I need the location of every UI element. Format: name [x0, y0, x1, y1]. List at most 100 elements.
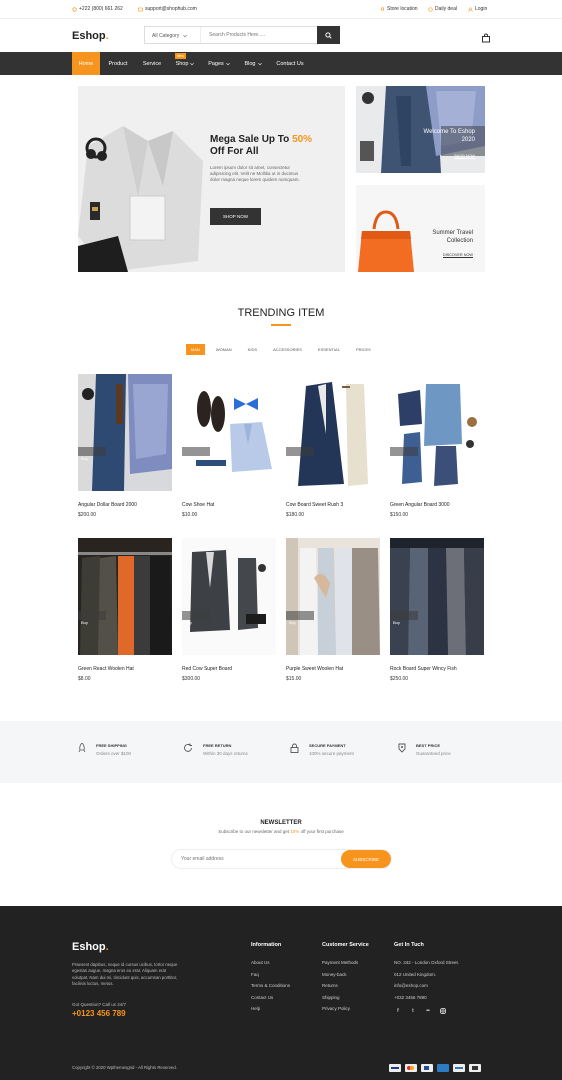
- product-name[interactable]: Cow Board Sweet Rush 3: [286, 502, 380, 508]
- quick-buy-button[interactable]: Buy: [182, 447, 210, 461]
- filter-prices[interactable]: Prices: [351, 344, 376, 355]
- product-name[interactable]: Green React Woolen Hat: [78, 666, 172, 672]
- product-name[interactable]: Green Angular Board 3000: [390, 502, 484, 508]
- quick-buy-button[interactable]: Buy: [390, 447, 418, 461]
- login-text: Login: [475, 6, 488, 12]
- footer-link-money-back[interactable]: Money-back: [322, 972, 369, 984]
- nav-home[interactable]: Home: [72, 52, 100, 75]
- product-image[interactable]: Buy: [390, 374, 484, 491]
- product-image[interactable]: Buy: [390, 538, 484, 655]
- footer-link-shipping[interactable]: Shipping: [322, 995, 369, 1007]
- topbar-daily-deal[interactable]: Daily deal: [428, 6, 457, 12]
- footer-link-about[interactable]: About Us: [251, 960, 290, 972]
- quick-buy-button[interactable]: Buy: [78, 447, 106, 461]
- product-card[interactable]: Buy Rock Board Super Wincy Fish $250.00: [390, 538, 484, 682]
- nav-product[interactable]: Product: [102, 52, 134, 75]
- quick-view-area: [314, 611, 380, 620]
- footer-link-contact[interactable]: Contact Us: [251, 995, 290, 1007]
- nav-contact[interactable]: Contact Us: [270, 52, 310, 75]
- product-name[interactable]: Cow Shoe Hat: [182, 502, 276, 508]
- topbar-phone[interactable]: +222 (800) 661 262: [72, 6, 123, 12]
- product-photo: [182, 374, 276, 491]
- footer-email[interactable]: info@eshop.com: [394, 983, 459, 995]
- hero-shop-now-button[interactable]: SHOP NOW: [210, 208, 261, 225]
- phone-icon: [72, 6, 77, 12]
- footer-phone[interactable]: +0123 456 789: [72, 1009, 126, 1018]
- promo1-title: Welcome To Eshop 2020: [424, 128, 475, 144]
- product-card[interactable]: Buy Green Angular Board 3000 $150.00: [390, 374, 484, 518]
- product-name[interactable]: Rock Board Super Wincy Fish: [390, 666, 484, 672]
- newsletter-form: SUBSCRIBE: [171, 849, 392, 869]
- product-image[interactable]: Buy: [182, 374, 276, 491]
- product-name[interactable]: Red Cow Super Board: [182, 666, 276, 672]
- filter-accessories[interactable]: Accessories: [268, 344, 307, 355]
- product-photo: [182, 538, 276, 655]
- flickr-icon[interactable]: ••: [424, 1007, 432, 1015]
- newsletter-email-input[interactable]: [172, 850, 341, 868]
- footer-link-faq[interactable]: Faq: [251, 972, 290, 984]
- chevron-down-icon: [190, 62, 195, 65]
- subscribe-button[interactable]: SUBSCRIBE: [341, 850, 391, 868]
- search-button[interactable]: [317, 26, 340, 44]
- promo2-discover-now-link[interactable]: DISCOVER NOW: [442, 253, 473, 258]
- quick-shop-bar: Buy: [390, 611, 484, 625]
- instagram-icon[interactable]: [439, 1007, 447, 1015]
- nav-pages[interactable]: Pages: [202, 52, 236, 75]
- twitter-icon[interactable]: t: [409, 1007, 417, 1015]
- product-card[interactable]: Buy Angular Dollar Board 2000 $200.00: [78, 374, 172, 518]
- product-name[interactable]: Angular Dollar Board 2000: [78, 502, 172, 508]
- services-bar: Free shipping Orders over $100 Free Retur…: [0, 721, 562, 783]
- quick-buy-button[interactable]: Buy: [286, 611, 314, 625]
- topbar-login[interactable]: Login: [468, 6, 487, 12]
- product-price: $250.00: [390, 676, 409, 682]
- nav-product-label: Product: [108, 60, 128, 67]
- product-name[interactable]: Purple Sweet Woolen Hat: [286, 666, 380, 672]
- footer-link-help[interactable]: Help: [251, 1006, 290, 1018]
- footer-link-privacy[interactable]: Privacy Policy: [322, 1006, 369, 1018]
- footer-link-payment-methods[interactable]: Payment Methods: [322, 960, 369, 972]
- product-photo: [390, 374, 484, 491]
- quick-buy-button[interactable]: Buy: [390, 611, 418, 625]
- nav-blog[interactable]: Blog: [238, 52, 268, 75]
- clock-icon: [428, 6, 433, 12]
- nav-service[interactable]: Service: [136, 52, 168, 75]
- search-input[interactable]: [201, 27, 317, 43]
- product-photo: [78, 374, 172, 491]
- product-card[interactable]: Buy Green React Woolen Hat $8.00: [78, 538, 172, 682]
- cart-button[interactable]: [481, 30, 491, 43]
- search-bar: All Category: [144, 26, 340, 44]
- card-icon: [453, 1064, 465, 1072]
- quick-buy-button[interactable]: Buy: [78, 611, 106, 625]
- logo[interactable]: Eshop.: [72, 30, 109, 42]
- product-card[interactable]: Buy Purple Sweet Woolen Hat $15.00: [286, 538, 380, 682]
- topbar-store-location[interactable]: Store location: [380, 6, 418, 12]
- promo-banner-summer-travel[interactable]: Summer Travel Collection DISCOVER NOW: [356, 185, 485, 272]
- nav-shop[interactable]: New Shop: [170, 52, 200, 75]
- newsletter-subtitle: Subscribe to our newsletter and get 10% …: [0, 829, 562, 834]
- filter-essential[interactable]: Essential: [313, 344, 345, 355]
- quick-buy-button[interactable]: Buy: [182, 611, 210, 625]
- filter-man[interactable]: Man: [186, 344, 205, 355]
- product-card[interactable]: Buy Cow Shoe Hat $10.00: [182, 374, 276, 518]
- quick-buy-label: Buy: [393, 620, 400, 625]
- facebook-icon[interactable]: f: [394, 1007, 402, 1015]
- product-image[interactable]: Buy: [286, 374, 380, 491]
- category-select-value: All Category: [152, 33, 180, 39]
- product-image[interactable]: Buy: [78, 538, 172, 655]
- product-image[interactable]: Buy: [182, 538, 276, 655]
- filter-woman[interactable]: Woman: [211, 344, 237, 355]
- promo-banner-welcome[interactable]: Welcome To Eshop 2020 SHOP NOW: [356, 86, 485, 173]
- footer-link-terms[interactable]: Terms & Conditions: [251, 983, 290, 995]
- footer-logo[interactable]: Eshop.: [72, 941, 109, 953]
- topbar-email[interactable]: support@shophub.com: [138, 6, 197, 12]
- product-card[interactable]: Buy Red Cow Super Board $300.00: [182, 538, 276, 682]
- promo1-shop-now-link[interactable]: SHOP NOW: [453, 154, 475, 159]
- quick-buy-button[interactable]: Buy: [286, 447, 314, 461]
- product-image[interactable]: Buy: [286, 538, 380, 655]
- category-select[interactable]: All Category: [145, 27, 201, 43]
- product-card[interactable]: Buy Cow Board Sweet Rush 3 $180.00: [286, 374, 380, 518]
- footer-link-returns[interactable]: Returns: [322, 983, 369, 995]
- footer-phone-line[interactable]: +032 3456 7890: [394, 995, 459, 1007]
- product-image[interactable]: Buy: [78, 374, 172, 491]
- filter-kids[interactable]: Kids: [243, 344, 262, 355]
